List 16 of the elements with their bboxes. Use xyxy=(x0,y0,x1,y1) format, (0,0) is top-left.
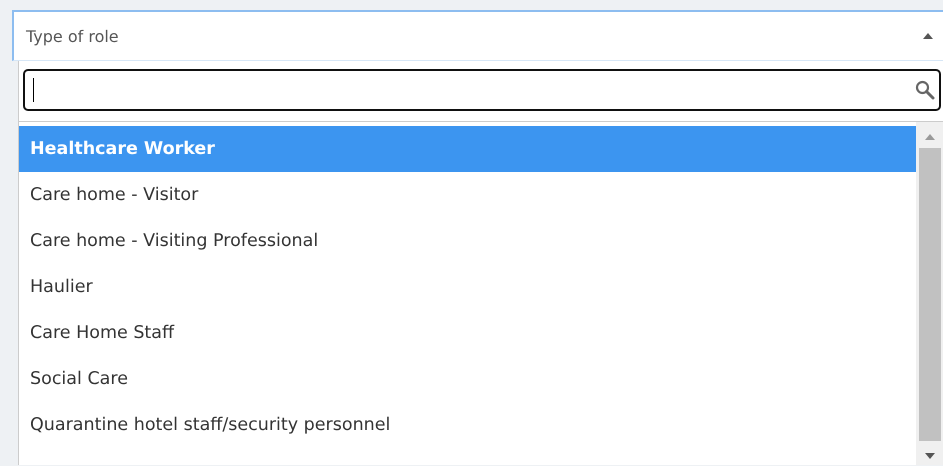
option-item[interactable]: Care home - Visiting Professional xyxy=(19,218,916,264)
scrollbar[interactable] xyxy=(916,122,943,465)
search-field[interactable] xyxy=(23,69,941,111)
role-select[interactable]: Type of role xyxy=(12,10,943,61)
option-item[interactable]: Haulier xyxy=(19,264,916,310)
select-placeholder: Type of role xyxy=(26,26,119,46)
scroll-down-icon[interactable] xyxy=(924,453,934,459)
search-icon xyxy=(915,80,935,100)
option-item[interactable]: Care home - Visitor xyxy=(19,172,916,218)
option-item[interactable]: Quarantine hotel staff/security personnel xyxy=(19,402,916,448)
caret-icon xyxy=(923,33,935,39)
scroll-thumb[interactable] xyxy=(918,148,940,441)
option-item[interactable]: Care Home Staff xyxy=(19,310,916,356)
scroll-up-icon[interactable] xyxy=(924,134,934,140)
option-item[interactable]: Social Care xyxy=(19,356,916,402)
text-cursor xyxy=(33,78,34,102)
